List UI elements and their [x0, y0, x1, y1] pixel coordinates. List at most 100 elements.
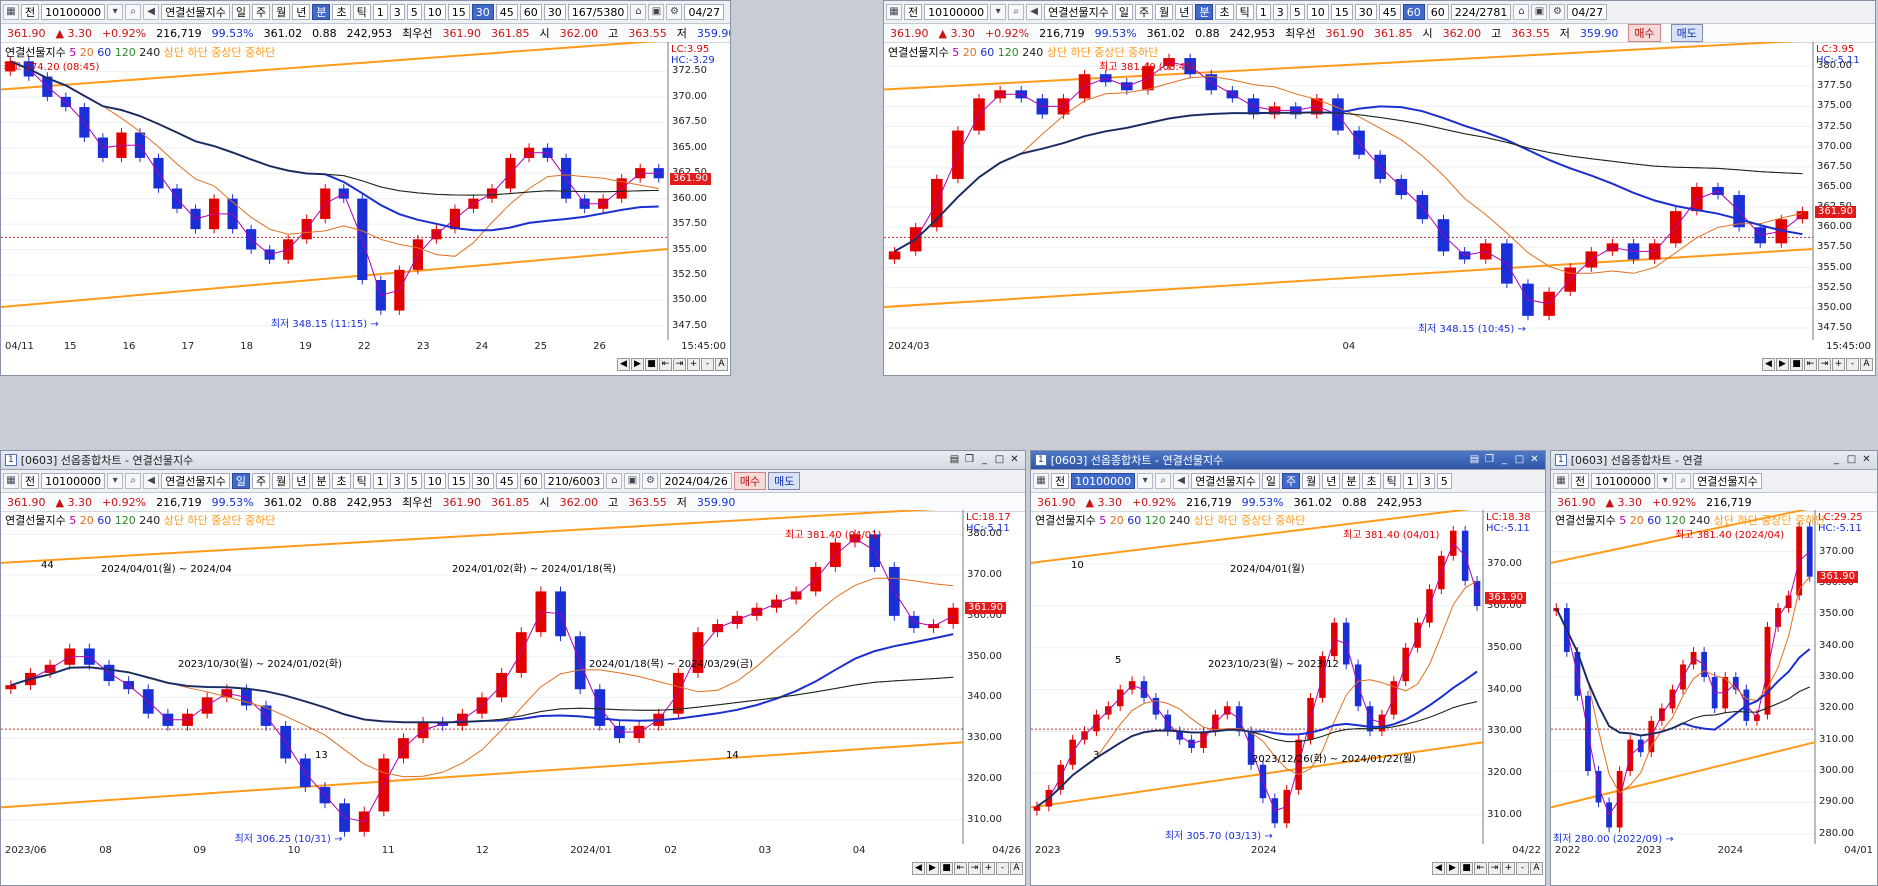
period-minute[interactable]: 분 — [312, 473, 331, 489]
minute-3[interactable]: 3 — [1272, 4, 1288, 20]
close-icon[interactable]: ✕ — [1860, 454, 1873, 466]
maximize-icon[interactable]: □ — [993, 454, 1006, 466]
period-second[interactable]: 초 — [332, 473, 351, 489]
minute-10[interactable]: 10 — [423, 4, 446, 20]
period-day[interactable]: 일 — [1114, 4, 1133, 20]
price-chart[interactable]: 380.00 370.00 360.00 350.00 340.00 330.00 320.… — [1, 510, 1025, 845]
minute-30[interactable]: 30 — [471, 473, 494, 489]
minute-60[interactable]: 60 — [519, 4, 542, 20]
sell-button[interactable]: 매도 — [768, 472, 801, 490]
gear-icon[interactable]: ⚙ — [642, 473, 659, 489]
chevron-down-icon[interactable]: ▾ — [1657, 473, 1674, 489]
grid-icon[interactable]: ▦ — [1033, 473, 1049, 489]
save-icon[interactable]: ▣ — [1531, 4, 1548, 20]
link-icon[interactable]: ▤ — [948, 454, 961, 466]
close-icon[interactable]: ✕ — [1008, 454, 1021, 466]
period-month[interactable]: 월 — [1302, 473, 1321, 489]
gear-icon[interactable]: ⚙ — [666, 4, 683, 20]
period-tick[interactable]: 틱 — [352, 473, 371, 489]
period-week[interactable]: 주 — [1281, 473, 1301, 489]
chevron-down-icon[interactable]: ▾ — [107, 473, 124, 489]
minute-60[interactable]: 60 — [1402, 4, 1425, 20]
period-week[interactable]: 주 — [251, 4, 271, 20]
code-input[interactable]: 10100000 — [1591, 473, 1656, 489]
chevron-down-icon[interactable]: ▾ — [990, 4, 1007, 20]
minute-10[interactable]: 10 — [1306, 4, 1329, 20]
date-input[interactable]: 04/27 — [684, 4, 725, 20]
grid-icon[interactable]: ▦ — [3, 473, 19, 489]
period-year[interactable]: 년 — [1322, 473, 1341, 489]
speaker-icon[interactable]: ◀ — [1173, 473, 1190, 489]
price-chart[interactable]: 370.00360.00350.00340.00330.00320.00310.… — [1031, 510, 1545, 844]
lock-icon[interactable]: ⌂ — [630, 4, 647, 20]
speaker-icon[interactable]: ◀ — [143, 473, 160, 489]
chevron-down-icon[interactable]: ▾ — [107, 4, 124, 20]
close-icon[interactable]: ✕ — [1528, 454, 1541, 466]
period-minute[interactable]: 분 — [1195, 4, 1214, 20]
period-day[interactable]: 일 — [231, 473, 250, 489]
save-icon[interactable]: ▣ — [624, 473, 641, 489]
market-button[interactable]: 전 — [1051, 473, 1070, 489]
code-input[interactable]: 10100000 — [41, 4, 106, 20]
chart-scrollbar[interactable]: ◀ ▶ ■ ⇤ ⇥ + - A — [912, 861, 1023, 875]
maximize-icon[interactable]: □ — [1513, 454, 1526, 466]
copy-icon[interactable]: ❐ — [963, 454, 976, 466]
minute-3[interactable]: 3 — [389, 473, 405, 489]
search-icon[interactable]: ⌕ — [1008, 4, 1025, 20]
code-input[interactable]: 10100000 — [1071, 473, 1136, 489]
buy-button[interactable]: 매수 — [733, 472, 767, 490]
period-day[interactable]: 일 — [1261, 473, 1280, 489]
market-button[interactable]: 전 — [21, 4, 40, 20]
code-input[interactable]: 10100000 — [41, 473, 106, 489]
period-input[interactable]: 30 — [543, 4, 566, 20]
period-second[interactable]: 초 — [1215, 4, 1234, 20]
price-chart[interactable]: 372.50370.00367.50365.00362.50360.00357.… — [1, 42, 730, 340]
minute-60[interactable]: 60 — [519, 473, 542, 489]
period-week[interactable]: 주 — [251, 473, 271, 489]
minute-10[interactable]: 10 — [423, 473, 446, 489]
minute-45[interactable]: 45 — [1378, 4, 1401, 20]
search-icon[interactable]: ⌕ — [1155, 473, 1172, 489]
period-year[interactable]: 년 — [292, 473, 311, 489]
buy-button[interactable]: 매수 — [1628, 24, 1661, 42]
chart-scrollbar[interactable]: ◀ ▶ ■ ⇤ ⇥ + - A — [1432, 861, 1543, 875]
period-year[interactable]: 년 — [1175, 4, 1194, 20]
minute-5[interactable]: 5 — [1436, 473, 1452, 489]
code-input[interactable]: 10100000 — [924, 4, 989, 20]
minute-30[interactable]: 30 — [1354, 4, 1377, 20]
minute-3[interactable]: 3 — [1419, 473, 1435, 489]
minute-15[interactable]: 15 — [1330, 4, 1353, 20]
minute-5[interactable]: 5 — [406, 4, 422, 20]
window-titlebar[interactable]: 1 [0603] 선옵종합차트 - 연결선물지수 ▤ ❐ _ □ ✕ — [1031, 451, 1545, 470]
chart-scrollbar[interactable]: ◀ ▶ ■ ⇤ ⇥ + - A — [617, 357, 728, 371]
period-day[interactable]: 일 — [231, 4, 250, 20]
date-input[interactable]: 04/27 — [1567, 4, 1608, 20]
chevron-down-icon[interactable]: ▾ — [1137, 473, 1154, 489]
minimize-icon[interactable]: _ — [978, 454, 991, 466]
maximize-icon[interactable]: □ — [1845, 454, 1858, 466]
lock-icon[interactable]: ⌂ — [606, 473, 623, 489]
sell-button[interactable]: 매도 — [1670, 24, 1703, 42]
save-icon[interactable]: ▣ — [648, 4, 665, 20]
period-week[interactable]: 주 — [1134, 4, 1154, 20]
grid-icon[interactable]: ▦ — [3, 4, 19, 20]
price-chart[interactable]: 370.00360.00350.00340.00330.00320.00310.… — [1551, 510, 1877, 845]
minute-1[interactable]: 1 — [1402, 473, 1418, 489]
search-icon[interactable]: ⌕ — [1675, 473, 1692, 489]
period-month[interactable]: 월 — [272, 473, 291, 489]
period-month[interactable]: 월 — [272, 4, 291, 20]
minute-5[interactable]: 5 — [1289, 4, 1305, 20]
period-minute[interactable]: 분 — [312, 4, 331, 20]
copy-icon[interactable]: ❐ — [1483, 454, 1496, 466]
market-button[interactable]: 전 — [904, 4, 923, 20]
window-titlebar[interactable]: 1 [0603] 선옵종합차트 - 연결 _ □ ✕ — [1551, 451, 1877, 470]
minute-45[interactable]: 45 — [495, 4, 518, 20]
minute-1[interactable]: 1 — [1255, 4, 1271, 20]
period-tick[interactable]: 틱 — [1235, 4, 1254, 20]
minute-30[interactable]: 30 — [471, 4, 494, 20]
price-chart[interactable]: 380.00 377.50 375.00 372.50 370.00 367.50 365.… — [884, 42, 1875, 340]
period-month[interactable]: 월 — [1155, 4, 1174, 20]
period-year[interactable]: 년 — [292, 4, 311, 20]
minute-1[interactable]: 1 — [372, 4, 388, 20]
minute-3[interactable]: 3 — [389, 4, 405, 20]
